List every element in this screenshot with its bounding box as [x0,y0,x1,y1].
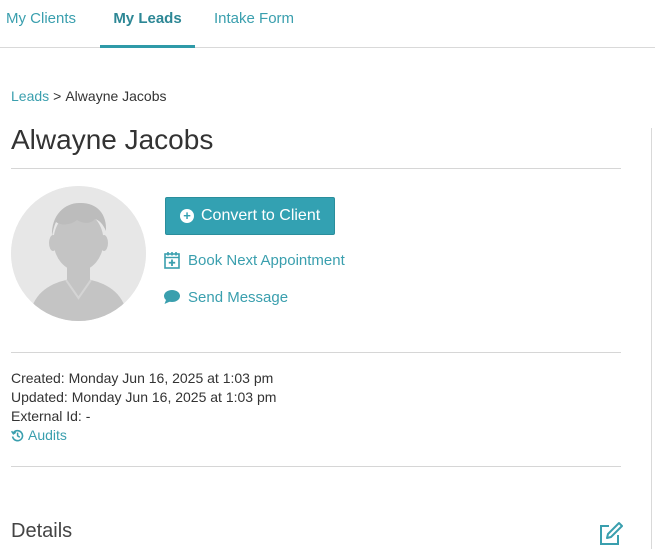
send-message-label: Send Message [188,288,289,306]
book-next-appointment-link[interactable]: Book Next Appointment [163,250,345,270]
send-message-link[interactable]: Send Message [163,287,288,307]
details-heading: Details [11,520,73,542]
breadcrumb-current: Alwayne Jacobs [65,88,167,104]
right-divider [651,128,652,549]
external-id: External Id: - [11,408,91,424]
book-next-appointment-label: Book Next Appointment [188,251,345,269]
plus-circle-icon: + [180,209,194,223]
calendar-plus-icon [163,250,181,270]
convert-to-client-label: Convert to Client [201,207,321,224]
avatar [11,186,146,321]
breadcrumb: Leads > Alwayne Jacobs [11,88,167,104]
lead-meta: Created: Monday Jun 16, 2025 at 1:03 pm … [11,369,276,445]
created-timestamp: Created: Monday Jun 16, 2025 at 1:03 pm [11,370,274,386]
meta-divider [11,352,621,353]
page-title: Alwayne Jacobs [11,124,214,155]
avatar-placeholder [11,186,146,321]
updated-timestamp: Updated: Monday Jun 16, 2025 at 1:03 pm [11,389,277,405]
edit-icon[interactable] [597,521,623,547]
history-icon [11,429,24,442]
convert-to-client-button[interactable]: + Convert to Client [165,197,335,235]
chat-bubble-icon [163,287,181,307]
top-tabs: My Clients My Leads Intake Form [0,0,655,48]
audits-link[interactable]: Audits [11,426,276,445]
tab-my-clients[interactable]: My Clients [0,0,95,48]
tab-my-leads[interactable]: My Leads [100,0,195,48]
breadcrumb-separator: > [53,88,62,104]
tab-intake-form[interactable]: Intake Form [205,0,305,48]
audits-label: Audits [28,427,67,443]
details-divider [11,466,621,467]
title-divider [11,168,621,169]
breadcrumb-leads-link[interactable]: Leads [11,88,49,104]
